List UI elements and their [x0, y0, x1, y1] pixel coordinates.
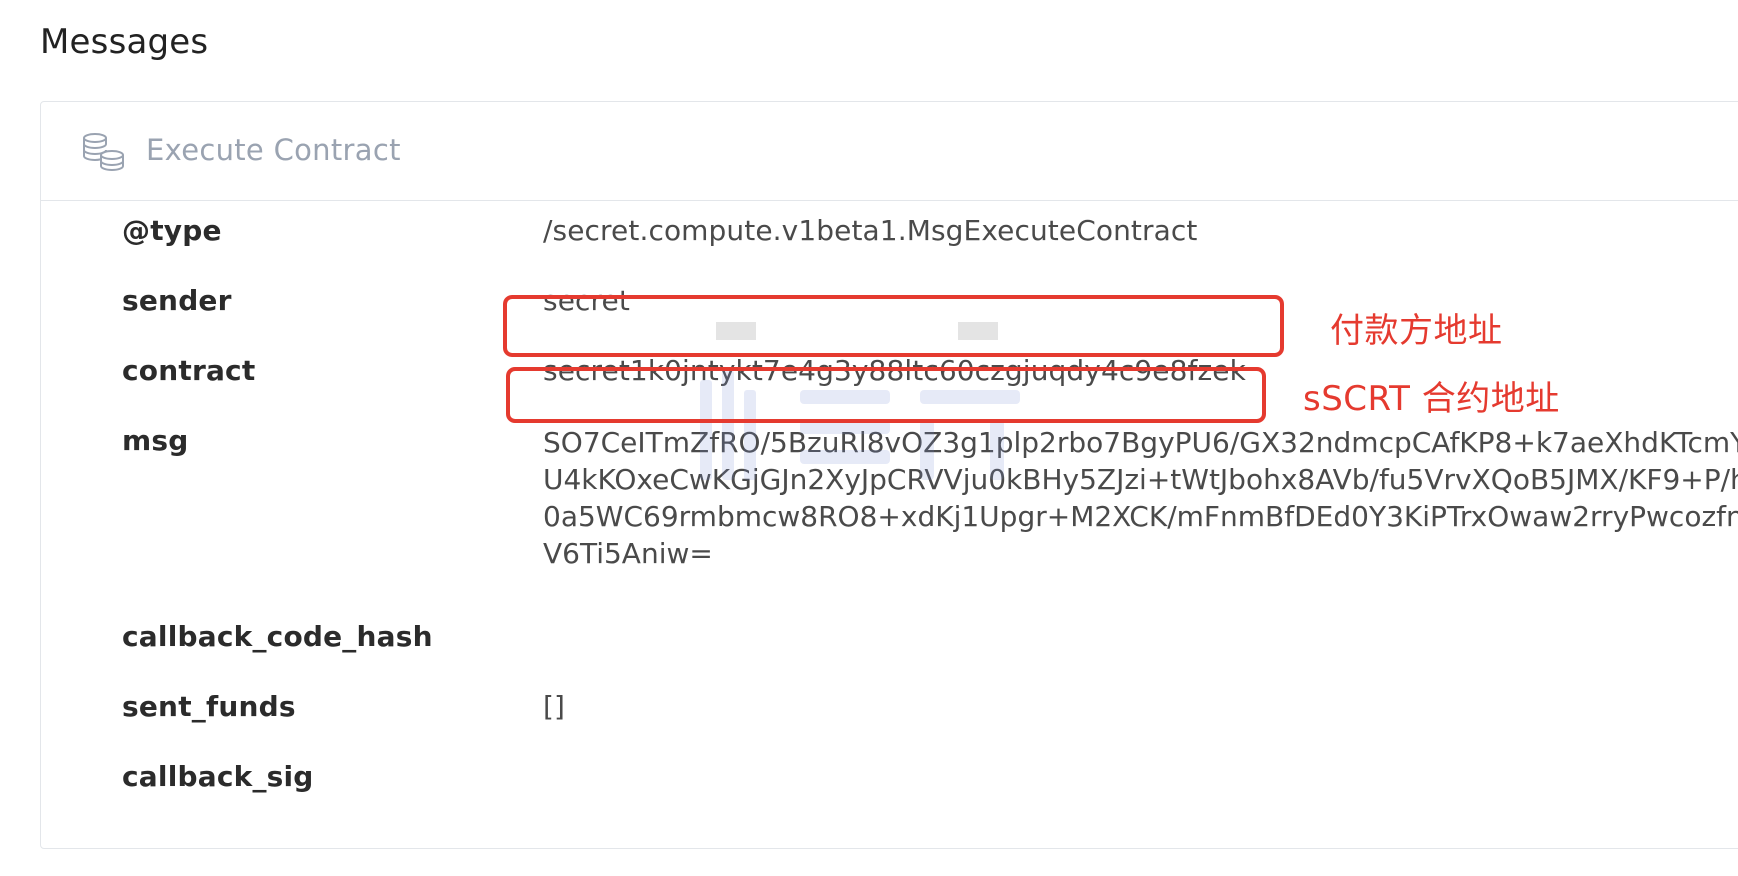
page: Messages Execute Contract @type /secret.… [0, 0, 1738, 876]
msg-label: msg [122, 424, 189, 457]
sender-label: sender [122, 284, 232, 317]
coins-stack-icon [83, 133, 124, 171]
card-header-label: Execute Contract [146, 133, 401, 167]
msg-line: V6Ti5Aniw= [543, 537, 713, 570]
type-value: /secret.compute.v1beta1.MsgExecuteContra… [543, 214, 1198, 247]
contract-highlight-box [506, 367, 1266, 423]
msg-line: 0a5WC69rmbmcw8RO8+xdKj1Upgr+M2XCK/mFnmBf… [543, 500, 1738, 533]
msg-line: SO7CeITmZfRO/5BzuRl8vOZ3g1plp2rbo7BgyPU6… [543, 426, 1738, 459]
sender-annotation: 付款方地址 [1330, 311, 1503, 351]
section-title: Messages [40, 22, 209, 62]
contract-annotation: sSCRT 合约地址 [1303, 379, 1560, 419]
callback-code-hash-label: callback_code_hash [122, 620, 433, 653]
callback-sig-label: callback_sig [122, 760, 314, 793]
message-card: Execute Contract @type /secret.compute.v… [40, 101, 1738, 849]
type-label: @type [122, 214, 222, 247]
sent-funds-label: sent_funds [122, 690, 296, 723]
card-header: Execute Contract [41, 102, 1738, 201]
sent-funds-value: [] [543, 690, 566, 723]
msg-line: U4kKOxeCwKGjGJn2XyJpCRVVju0kBHy5ZJzi+tWt… [543, 463, 1738, 496]
sender-highlight-box [503, 295, 1284, 357]
msg-value: SO7CeITmZfRO/5BzuRl8vOZ3g1plp2rbo7BgyPU6… [543, 424, 1738, 572]
contract-label: contract [122, 354, 256, 387]
